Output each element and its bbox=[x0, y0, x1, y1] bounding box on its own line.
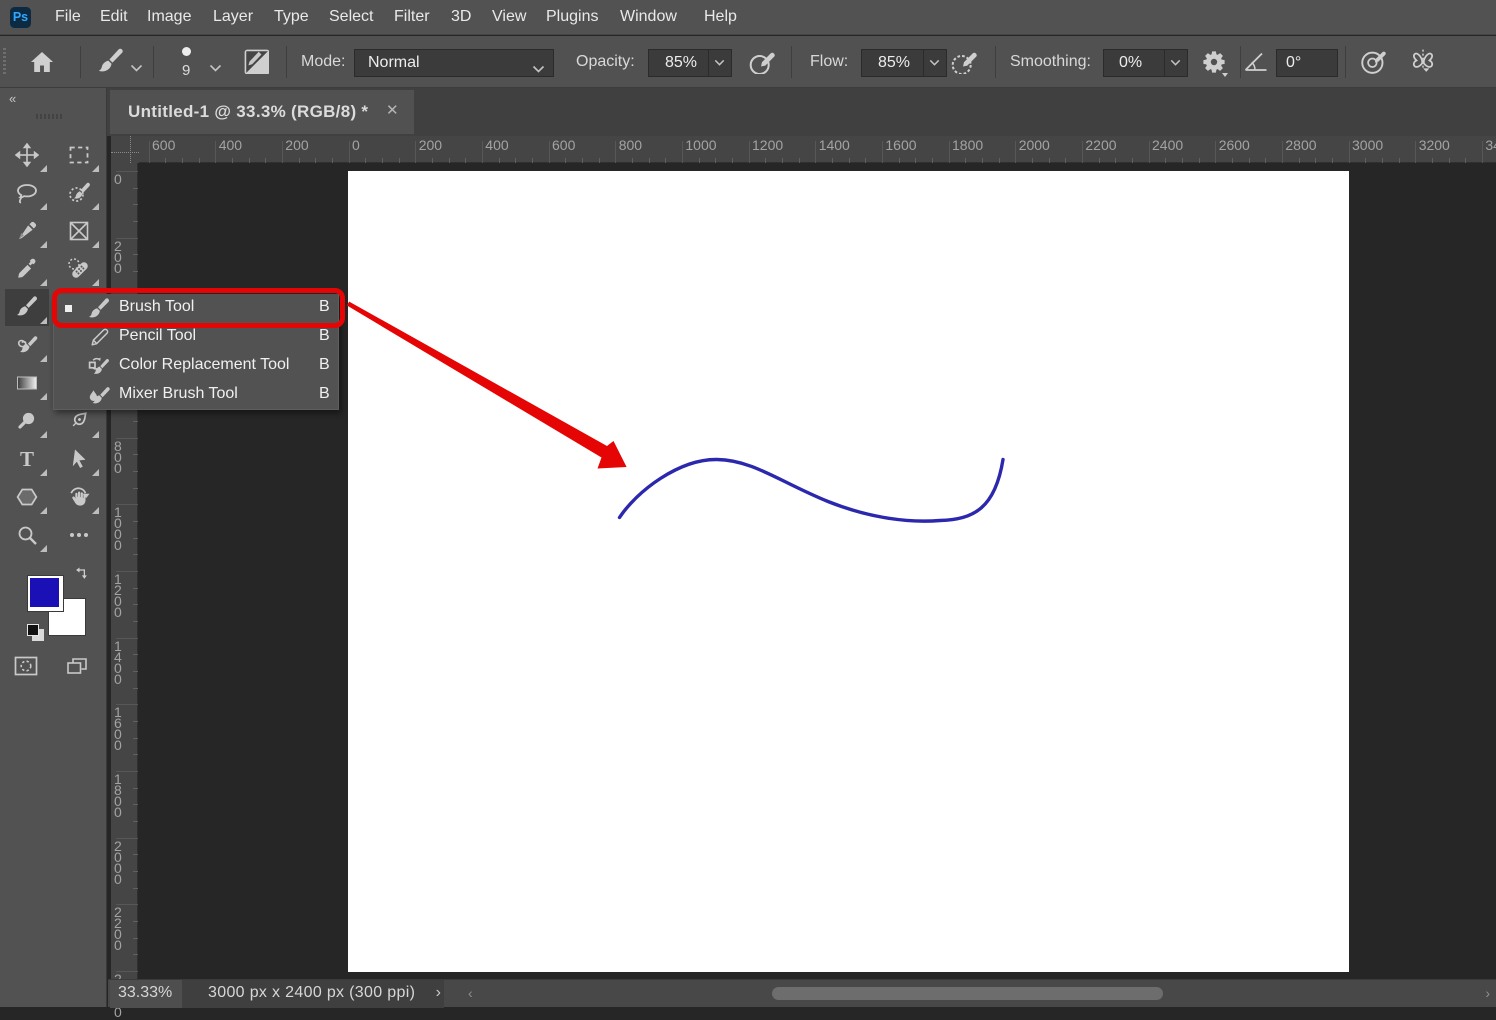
svg-text:T: T bbox=[20, 447, 34, 471]
